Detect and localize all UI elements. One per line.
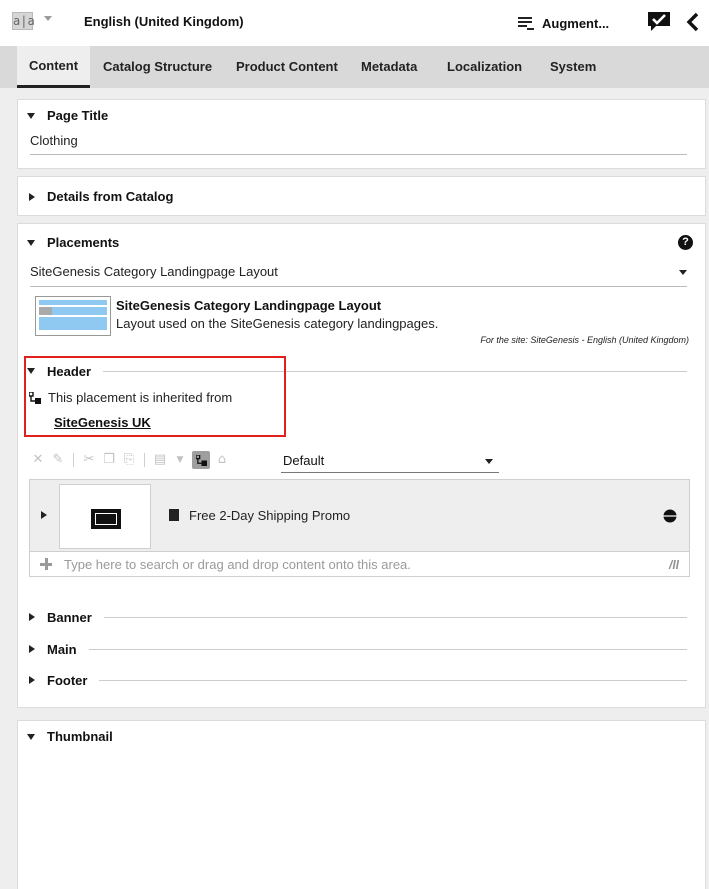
banner-label: Banner [47,609,92,625]
page-title-toggle[interactable]: Page Title [27,108,108,123]
triangle-down-icon [27,239,35,246]
item-preview [59,484,151,549]
placements-card: Placements ? SiteGenesis Category Landin… [17,223,706,708]
details-toggle[interactable]: Details from Catalog [29,189,173,204]
back-icon[interactable] [686,12,700,32]
tab-localization[interactable]: Localization [437,46,532,88]
augment-button[interactable]: Augment... [518,12,609,34]
divider [103,616,687,618]
top-bar: a|a English (United Kingdom) Augment... [0,0,709,46]
main-label: Main [47,641,77,657]
divider [73,453,74,467]
layout-description: Layout used on the SiteGenesis category … [116,316,439,331]
footer-section-toggle[interactable]: Footer [29,671,687,689]
variant-select-value: Default [283,453,325,468]
add-content-icon[interactable]: ▤ [152,452,168,468]
main-section-toggle[interactable]: Main [29,640,687,658]
triangle-right-icon [29,676,35,684]
details-heading: Details from Catalog [47,189,174,204]
variant-select[interactable]: Default [281,451,499,473]
chevron-down-icon [485,459,493,464]
footer-label: Footer [47,672,88,688]
layout-site-note: For the site: SiteGenesis - English (Uni… [480,335,689,345]
tab-metadata[interactable]: Metadata [351,46,427,88]
chat-check-icon[interactable] [647,11,671,32]
placement-toolbar: ✕ ✎ ✂ ❐ ⎘ ▤ ▼ ⌂ [30,449,230,471]
page-title-input[interactable]: Clothing [30,133,687,155]
globe-icon [663,509,677,523]
tab-product-content[interactable]: Product Content [226,46,348,88]
layout-thumbnail [35,296,111,336]
details-card: Details from Catalog [17,176,706,216]
placements-heading: Placements [47,235,120,250]
augment-icon [518,16,534,30]
thumbnail-toggle[interactable]: Thumbnail [27,729,113,744]
placement-content-item[interactable]: Free 2-Day Shipping Promo [29,479,690,552]
tab-catalog-structure[interactable]: Catalog Structure [93,46,222,88]
layout-select[interactable]: SiteGenesis Category Landingpage Layout [30,264,687,287]
tab-content[interactable]: Content [17,46,90,88]
page-title-heading: Page Title [47,108,109,123]
triangle-right-icon [29,645,35,653]
language-label[interactable]: English (United Kingdom) [84,14,244,29]
help-icon[interactable]: ? [678,235,693,250]
edit-icon[interactable]: ✎ [50,452,66,468]
chevron-down-icon[interactable]: ▼ [172,452,188,468]
highlight-annotation [24,356,286,437]
divider [88,648,687,650]
thumbnail-heading: Thumbnail [47,729,113,744]
divider [99,679,687,681]
cut-icon[interactable]: ✂ [81,452,97,468]
lock-icon[interactable]: ⌂ [214,452,230,468]
tab-bar: Content Catalog Structure Product Conten… [0,46,709,88]
content-drop-zone[interactable]: Type here to search or drag and drop con… [29,552,690,577]
triangle-right-icon [29,192,35,201]
chevron-down-icon[interactable] [44,16,52,21]
paste-icon[interactable]: ⎘ [121,452,137,468]
layout-name: SiteGenesis Category Landingpage Layout [116,298,382,313]
remove-icon[interactable]: ✕ [30,452,46,468]
hierarchy-icon [195,454,207,466]
banner-section-toggle[interactable]: Banner [29,608,687,626]
copy-icon[interactable]: ❐ [101,452,117,468]
document-icon [169,509,179,521]
triangle-down-icon [27,112,35,119]
tab-system[interactable]: System [540,46,606,88]
library-icon[interactable]: /ll [669,558,679,572]
triangle-right-icon[interactable] [41,511,47,519]
plus-icon [40,558,52,570]
thumbnail-card: Thumbnail [17,720,706,889]
divider [144,453,145,467]
augment-label: Augment... [542,15,610,31]
language-icon[interactable]: a|a [12,12,35,30]
item-title: Free 2-Day Shipping Promo [189,508,351,523]
inherit-toggle-button[interactable] [192,451,210,469]
triangle-right-icon [29,613,35,621]
drop-placeholder: Type here to search or drag and drop con… [64,556,411,572]
placements-toggle[interactable]: Placements [27,235,119,250]
chevron-down-icon[interactable] [679,270,687,275]
page-title-card: Page Title Clothing [17,99,706,169]
triangle-down-icon [27,733,35,740]
